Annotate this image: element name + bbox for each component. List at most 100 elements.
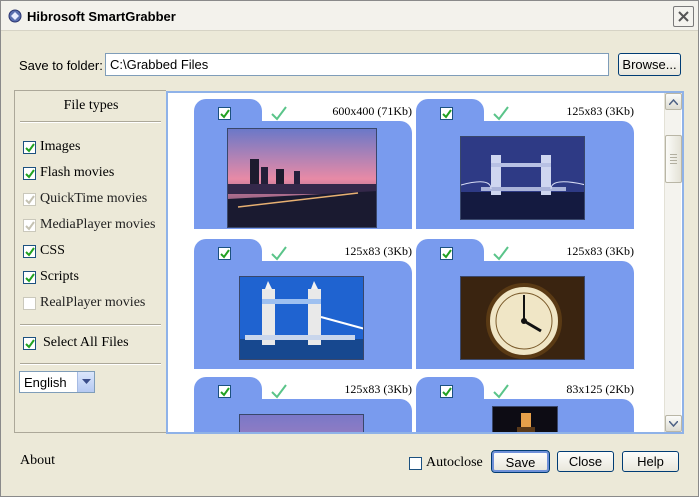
checkbox[interactable] xyxy=(23,244,36,258)
filetype-images[interactable]: Images xyxy=(23,138,80,156)
scroll-thumb[interactable] xyxy=(665,135,682,183)
file-card[interactable]: 125x83 (3Kb) xyxy=(416,239,634,369)
checkbox xyxy=(23,296,36,310)
language-value: English xyxy=(24,375,67,390)
save-folder-label: Save to folder: xyxy=(19,58,103,73)
app-window: Hibrosoft SmartGrabber Save to folder: B… xyxy=(0,0,699,497)
file-size-label: 125x83 (3Kb) xyxy=(566,104,634,118)
check-icon xyxy=(25,194,35,205)
thumbnail-purple-sky xyxy=(239,414,364,432)
thumbnail-tower-bridge-day xyxy=(239,276,364,360)
checkmark-icon xyxy=(271,246,287,261)
dropdown-button[interactable] xyxy=(77,372,94,392)
title-bar: Hibrosoft SmartGrabber xyxy=(1,1,698,31)
checkmark-icon xyxy=(493,246,509,261)
select-all-label: Select All Files xyxy=(43,335,129,350)
checkbox[interactable] xyxy=(409,456,422,470)
language-select[interactable]: English xyxy=(19,371,95,393)
check-icon xyxy=(442,387,452,397)
file-card[interactable]: 125x83 (3Kb) xyxy=(416,99,634,229)
file-card[interactable]: 83x125 (2Kb) xyxy=(416,377,634,432)
check-icon xyxy=(25,142,35,153)
checkmark-icon xyxy=(271,106,287,121)
gallery-scrollbar[interactable] xyxy=(664,93,682,432)
file-card[interactable]: 125x83 (3Kb) xyxy=(194,377,412,432)
autoclose-option[interactable]: Autoclose xyxy=(409,455,483,471)
thumbnail-big-ben-clock xyxy=(460,276,585,360)
filetype-scripts[interactable]: Scripts xyxy=(23,268,79,286)
chevron-down-icon xyxy=(82,379,91,384)
scroll-up-button[interactable] xyxy=(665,93,682,110)
file-size-label: 125x83 (3Kb) xyxy=(344,244,412,258)
save-button[interactable]: Save xyxy=(491,450,550,473)
grip-line xyxy=(670,163,677,164)
file-checkbox[interactable] xyxy=(218,385,231,398)
checkbox[interactable] xyxy=(23,140,36,154)
checkmark-icon xyxy=(493,384,509,399)
filetype-mediaplayer: MediaPlayer movies xyxy=(23,216,155,234)
checkbox xyxy=(23,218,36,232)
filetype-realplayer: RealPlayer movies xyxy=(23,294,145,312)
check-icon xyxy=(25,220,35,231)
check-icon xyxy=(25,168,35,179)
grip-line xyxy=(670,160,677,161)
file-checkbox[interactable] xyxy=(440,385,453,398)
filetype-quicktime: QuickTime movies xyxy=(23,190,147,208)
save-folder-input[interactable] xyxy=(105,53,609,76)
scroll-down-button[interactable] xyxy=(665,415,682,432)
help-button[interactable]: Help xyxy=(622,451,679,472)
check-icon xyxy=(25,338,35,349)
file-card[interactable]: 600x400 (71Kb) xyxy=(194,99,412,229)
file-checkbox[interactable] xyxy=(218,247,231,260)
filetype-label: QuickTime movies xyxy=(40,191,148,206)
divider xyxy=(20,324,161,326)
check-icon xyxy=(442,249,452,259)
check-icon xyxy=(442,109,452,119)
file-size-label: 125x83 (3Kb) xyxy=(344,382,412,396)
checkmark-icon xyxy=(493,106,509,121)
chevron-up-icon xyxy=(669,99,678,105)
app-icon xyxy=(8,9,22,23)
autoclose-label: Autoclose xyxy=(426,455,483,470)
file-size-label: 83x125 (2Kb) xyxy=(566,382,634,396)
grip-line xyxy=(670,154,677,155)
thumbnail-tower-bridge-night xyxy=(460,136,585,220)
filetype-label: Flash movies xyxy=(40,165,115,180)
file-size-label: 125x83 (3Kb) xyxy=(566,244,634,258)
thumbnail-city-night-river xyxy=(227,128,377,228)
file-types-title: File types xyxy=(63,98,119,113)
checkbox[interactable] xyxy=(23,336,36,350)
check-icon xyxy=(25,272,35,283)
check-icon xyxy=(220,109,230,119)
window-title: Hibrosoft SmartGrabber xyxy=(27,9,176,24)
file-checkbox[interactable] xyxy=(440,247,453,260)
check-icon xyxy=(25,246,35,257)
filetype-flash[interactable]: Flash movies xyxy=(23,164,114,182)
file-size-label: 600x400 (71Kb) xyxy=(332,104,412,118)
file-checkbox[interactable] xyxy=(440,107,453,120)
filetype-label: Images xyxy=(40,139,81,154)
divider xyxy=(20,121,161,123)
browse-button[interactable]: Browse... xyxy=(618,53,681,76)
file-checkbox[interactable] xyxy=(218,107,231,120)
select-all-files[interactable]: Select All Files xyxy=(23,334,129,352)
filetype-label: Scripts xyxy=(40,269,79,284)
checkbox[interactable] xyxy=(23,270,36,284)
close-icon xyxy=(678,11,689,22)
grip-line xyxy=(670,157,677,158)
checkmark-icon xyxy=(271,384,287,399)
file-card[interactable]: 125x83 (3Kb) xyxy=(194,239,412,369)
about-link[interactable]: About xyxy=(20,453,55,469)
filetype-label: CSS xyxy=(40,243,65,258)
filetype-css[interactable]: CSS xyxy=(23,242,65,260)
check-icon xyxy=(220,249,230,259)
grabbed-files-gallery: 600x400 (71Kb) 125x83 (3Kb) 125x83 (3Kb)… xyxy=(166,91,684,434)
filetype-label: MediaPlayer movies xyxy=(40,217,156,232)
checkbox[interactable] xyxy=(23,166,36,180)
close-button[interactable]: Close xyxy=(557,451,614,472)
check-icon xyxy=(220,387,230,397)
chevron-down-icon xyxy=(669,421,678,427)
thumbnail-night-tower xyxy=(492,406,558,432)
window-close-button[interactable] xyxy=(673,6,694,27)
checkbox xyxy=(23,192,36,206)
